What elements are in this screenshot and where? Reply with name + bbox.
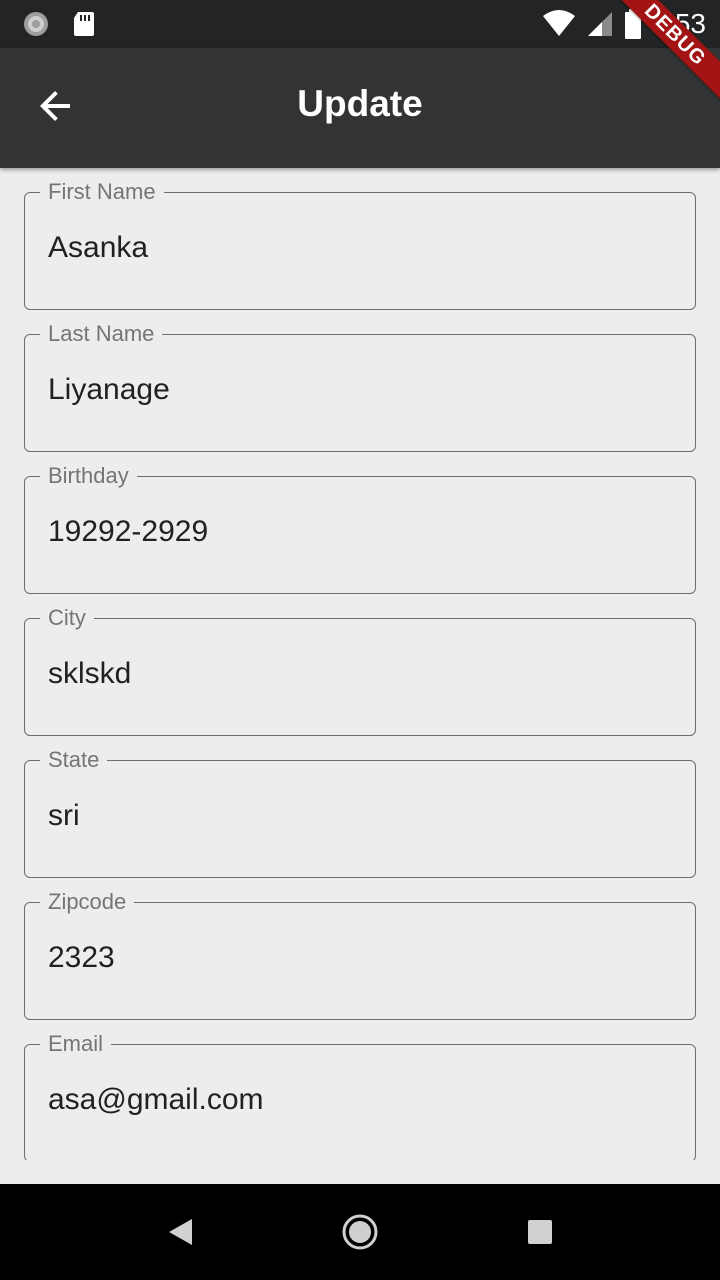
city-field[interactable]: City sklskd bbox=[24, 605, 696, 736]
wifi-icon bbox=[542, 10, 575, 36]
first-name-field[interactable]: First Name Asanka bbox=[24, 179, 696, 310]
field-value[interactable]: asa@gmail.com bbox=[48, 1082, 264, 1118]
field-label: Last Name bbox=[40, 321, 163, 347]
field-value[interactable]: 19292-2929 bbox=[48, 514, 208, 550]
field-value[interactable]: Liyanage bbox=[48, 372, 170, 408]
app-bar: Update bbox=[0, 48, 720, 168]
back-triangle-icon bbox=[169, 1219, 192, 1245]
birthday-field[interactable]: Birthday 19292-2929 bbox=[24, 463, 696, 594]
field-label: Birthday bbox=[40, 463, 137, 489]
sd-card-icon bbox=[74, 12, 94, 36]
field-label: State bbox=[40, 747, 108, 773]
zipcode-field[interactable]: Zipcode 2323 bbox=[24, 889, 696, 1020]
email-field[interactable]: Email asa@gmail.com bbox=[24, 1031, 696, 1160]
nav-back-button[interactable] bbox=[160, 1212, 200, 1252]
sync-icon bbox=[24, 12, 48, 36]
field-label: Zipcode bbox=[40, 889, 135, 915]
signal-icon bbox=[587, 12, 612, 36]
last-name-field[interactable]: Last Name Liyanage bbox=[24, 321, 696, 452]
status-bar: 6:53 bbox=[0, 0, 720, 48]
field-value[interactable]: sri bbox=[48, 798, 80, 834]
page-title: Update bbox=[297, 83, 423, 124]
field-label: First Name bbox=[40, 179, 164, 205]
field-outline bbox=[24, 902, 696, 1020]
update-form: First Name Asanka Last Name Liyanage Bir… bbox=[0, 168, 720, 1160]
field-label: City bbox=[40, 605, 94, 631]
nav-recents-button[interactable] bbox=[520, 1212, 560, 1252]
state-field[interactable]: State sri bbox=[24, 747, 696, 878]
field-value[interactable]: Asanka bbox=[48, 230, 148, 266]
field-outline bbox=[24, 760, 696, 878]
field-value[interactable]: 2323 bbox=[48, 940, 115, 976]
field-value[interactable]: sklskd bbox=[48, 656, 131, 692]
recents-square-icon bbox=[528, 1220, 552, 1244]
nav-home-button[interactable] bbox=[340, 1212, 380, 1252]
field-label: Email bbox=[40, 1031, 112, 1057]
system-nav-bar bbox=[0, 1184, 720, 1280]
home-circle-icon bbox=[342, 1214, 378, 1250]
